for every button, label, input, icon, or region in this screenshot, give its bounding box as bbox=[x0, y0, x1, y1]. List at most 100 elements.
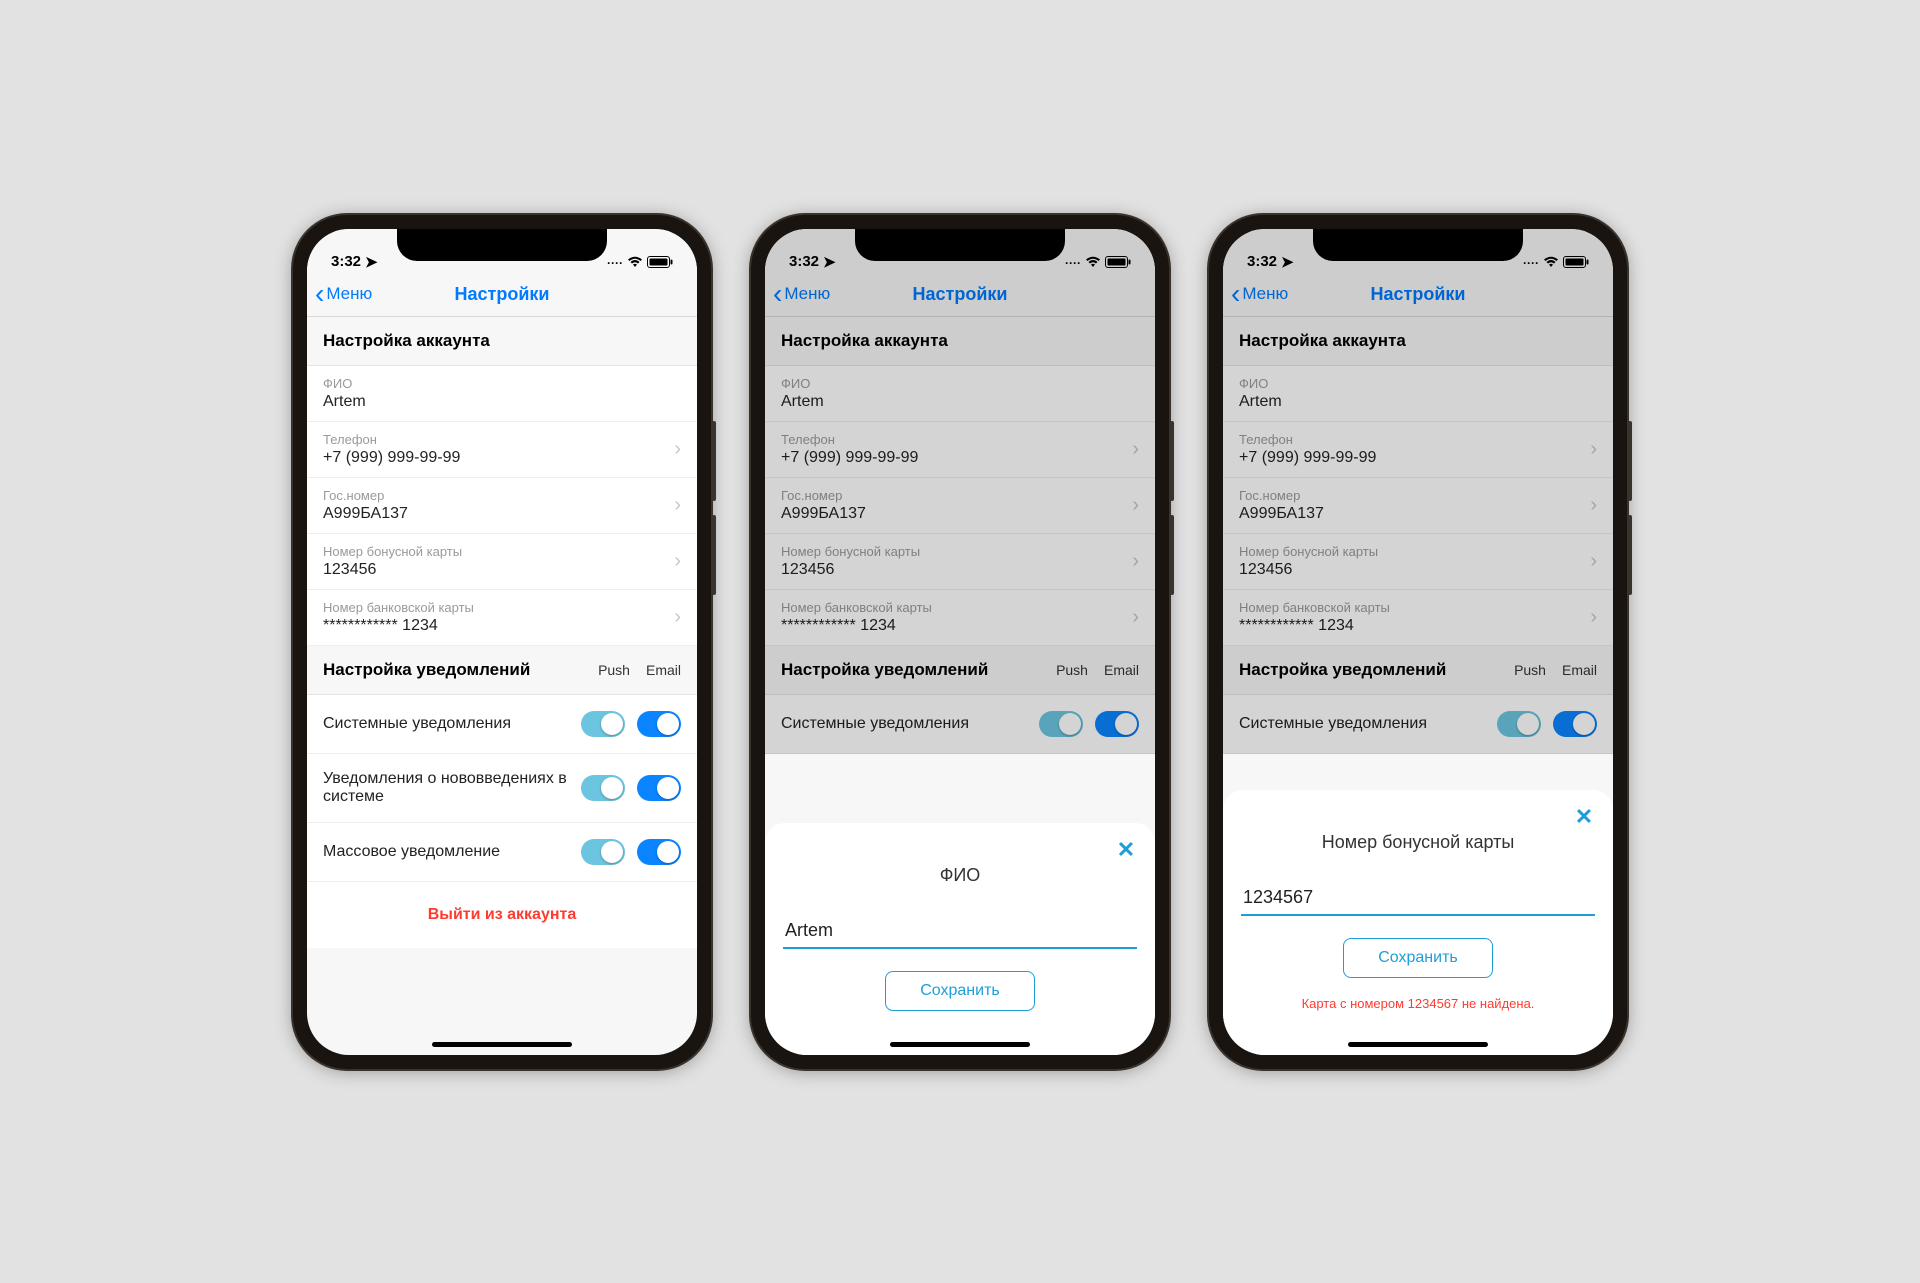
plate-value: А999БА137 bbox=[1239, 505, 1590, 523]
row-fio[interactable]: ФИО Artem bbox=[307, 366, 697, 422]
row-card[interactable]: Номер банковской карты************ 1234› bbox=[1223, 590, 1613, 646]
fio-value: Artem bbox=[323, 393, 681, 411]
back-label: Меню bbox=[784, 284, 830, 304]
back-label: Меню bbox=[326, 284, 372, 304]
account-header-text: Настройка аккаунта bbox=[781, 331, 948, 351]
notif-row-mass: Массовое уведомление bbox=[307, 823, 697, 882]
battery-icon bbox=[647, 256, 673, 271]
back-button[interactable]: ‹ Меню bbox=[307, 280, 372, 308]
row-bonus[interactable]: Номер бонусной карты123456› bbox=[1223, 534, 1613, 590]
logout-button[interactable]: Выйти из аккаунта bbox=[307, 882, 697, 948]
row-phone[interactable]: Телефон +7 (999) 999-99-99 › bbox=[307, 422, 697, 478]
row-bonus[interactable]: Номер бонусной карты 123456 › bbox=[307, 534, 697, 590]
toggle-email[interactable] bbox=[1095, 711, 1139, 737]
row-bonus[interactable]: Номер бонусной карты123456› bbox=[765, 534, 1155, 590]
nav-bar: ‹ Меню Настройки bbox=[307, 273, 697, 317]
chevron-right-icon: › bbox=[1590, 494, 1597, 517]
notch bbox=[855, 229, 1065, 261]
account-header-text: Настройка аккаунта bbox=[1239, 331, 1406, 351]
content[interactable]: Настройка аккаунта ФИО Artem Телефон +7 … bbox=[307, 317, 697, 948]
card-value: ************ 1234 bbox=[781, 617, 1132, 635]
toggle-push[interactable] bbox=[1497, 711, 1541, 737]
row-plate[interactable]: Гос.номер А999БА137 › bbox=[307, 478, 697, 534]
save-button[interactable]: Сохранить bbox=[885, 971, 1035, 1011]
toggle-push[interactable] bbox=[581, 711, 625, 737]
status-time: 3:32 bbox=[1247, 253, 1277, 270]
account-section-header: Настройка аккаунта bbox=[765, 317, 1155, 366]
back-button[interactable]: ‹ Меню bbox=[1223, 280, 1288, 308]
chevron-left-icon: ‹ bbox=[1231, 280, 1240, 308]
col-email: Email bbox=[1104, 662, 1139, 678]
fio-label: ФИО bbox=[781, 376, 1139, 391]
cellular-dots-icon: ···· bbox=[607, 256, 623, 270]
row-card[interactable]: Номер банковской карты ************ 1234… bbox=[307, 590, 697, 646]
col-push: Push bbox=[1514, 662, 1546, 678]
close-button[interactable]: ✕ bbox=[1111, 835, 1141, 865]
row-plate[interactable]: Гос.номер А999БА137› bbox=[1223, 478, 1613, 534]
save-button[interactable]: Сохранить bbox=[1343, 938, 1493, 978]
card-label: Номер банковской карты bbox=[323, 600, 674, 615]
fio-value: Artem bbox=[1239, 393, 1597, 411]
home-indicator[interactable] bbox=[890, 1042, 1030, 1047]
col-email: Email bbox=[646, 662, 681, 678]
toggle-push[interactable] bbox=[581, 775, 625, 801]
chevron-left-icon: ‹ bbox=[315, 280, 324, 308]
screen: 3:32 ➤ ···· ‹ Меню Настройки Настройка а… bbox=[1223, 229, 1613, 1055]
screen: 3:32 ➤ ···· ‹ Меню Настройки Настройка а… bbox=[765, 229, 1155, 1055]
screen: 3:32 ➤ ···· ‹ Меню Настройки Нас bbox=[307, 229, 697, 1055]
wifi-icon bbox=[627, 256, 643, 271]
fio-label: ФИО bbox=[1239, 376, 1597, 391]
plate-value: А999БА137 bbox=[323, 505, 674, 523]
notif-label: Системные уведомления bbox=[781, 715, 1039, 733]
chevron-right-icon: › bbox=[1132, 494, 1139, 517]
chevron-right-icon: › bbox=[674, 606, 681, 629]
home-indicator[interactable] bbox=[432, 1042, 572, 1047]
notif-label: Уведомления о нововведениях в системе bbox=[323, 770, 581, 806]
notif-row-system: Системные уведомления bbox=[1223, 695, 1613, 754]
fio-input[interactable] bbox=[783, 914, 1137, 949]
bonus-input[interactable] bbox=[1241, 881, 1595, 916]
row-plate[interactable]: Гос.номерА999БА137› bbox=[765, 478, 1155, 534]
chevron-right-icon: › bbox=[1590, 606, 1597, 629]
card-label: Номер банковской карты bbox=[781, 600, 1132, 615]
account-header-text: Настройка аккаунта bbox=[323, 331, 490, 351]
location-icon: ➤ bbox=[1281, 253, 1294, 271]
notif-row-system: Системные уведомления bbox=[765, 695, 1155, 754]
status-time: 3:32 bbox=[331, 253, 361, 270]
phone-label: Телефон bbox=[323, 432, 674, 447]
fio-value: Artem bbox=[781, 393, 1139, 411]
content: Настройка аккаунта ФИО Artem Телефон+7 (9… bbox=[1223, 317, 1613, 754]
close-button[interactable]: ✕ bbox=[1569, 802, 1599, 832]
col-email: Email bbox=[1562, 662, 1597, 678]
notif-label: Системные уведомления bbox=[1239, 715, 1497, 733]
row-fio[interactable]: ФИО Artem bbox=[1223, 366, 1613, 422]
row-fio[interactable]: ФИО Artem bbox=[765, 366, 1155, 422]
chevron-left-icon: ‹ bbox=[773, 280, 782, 308]
sheet-title: ФИО bbox=[783, 865, 1137, 886]
toggle-email[interactable] bbox=[1553, 711, 1597, 737]
location-icon: ➤ bbox=[365, 253, 378, 271]
home-indicator[interactable] bbox=[1348, 1042, 1488, 1047]
row-phone[interactable]: Телефон+7 (999) 999-99-99› bbox=[1223, 422, 1613, 478]
wifi-icon bbox=[1085, 256, 1101, 271]
back-button[interactable]: ‹ Меню bbox=[765, 280, 830, 308]
plate-label: Гос.номер bbox=[1239, 488, 1590, 503]
toggle-push[interactable] bbox=[581, 839, 625, 865]
toggle-email[interactable] bbox=[637, 775, 681, 801]
chevron-right-icon: › bbox=[1590, 550, 1597, 573]
row-phone[interactable]: Телефон+7 (999) 999-99-99› bbox=[765, 422, 1155, 478]
toggle-email[interactable] bbox=[637, 839, 681, 865]
card-value: ************ 1234 bbox=[1239, 617, 1590, 635]
chevron-right-icon: › bbox=[674, 550, 681, 573]
chevron-right-icon: › bbox=[674, 494, 681, 517]
sheet-title: Номер бонусной карты bbox=[1241, 832, 1595, 853]
content: Настройка аккаунта ФИО Artem Телефон+7 (9… bbox=[765, 317, 1155, 754]
notif-label: Системные уведомления bbox=[323, 715, 581, 733]
toggle-push[interactable] bbox=[1039, 711, 1083, 737]
notifications-header-text: Настройка уведомлений bbox=[1239, 660, 1446, 680]
row-card[interactable]: Номер банковской карты************ 1234› bbox=[765, 590, 1155, 646]
error-message: Карта с номером 1234567 не найдена. bbox=[1241, 996, 1595, 1011]
bonus-value: 123456 bbox=[1239, 561, 1590, 579]
toggle-email[interactable] bbox=[637, 711, 681, 737]
back-label: Меню bbox=[1242, 284, 1288, 304]
